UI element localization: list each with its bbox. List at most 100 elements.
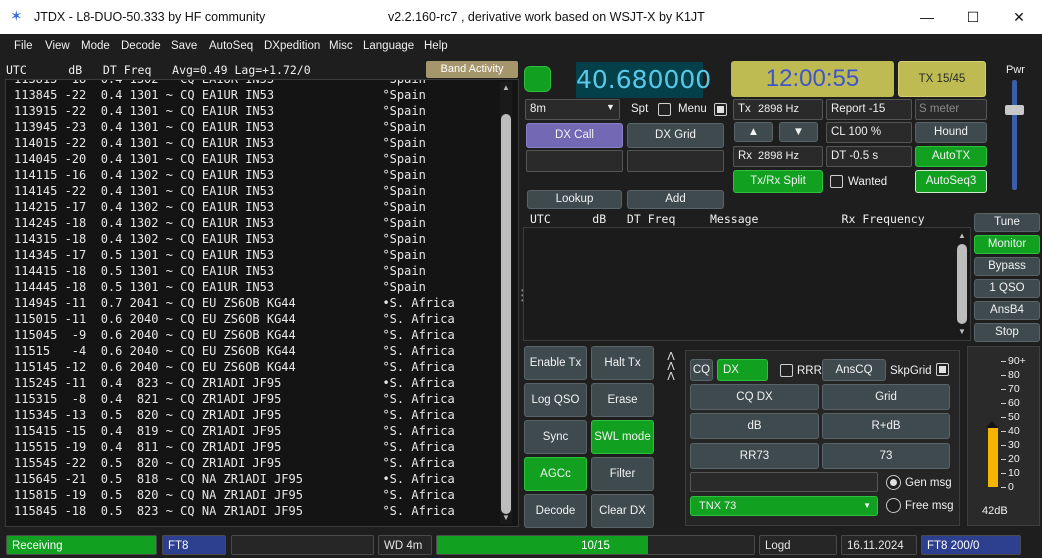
maximize-button[interactable]: ☐ — [950, 0, 996, 34]
scroll-down-icon[interactable]: ▼ — [500, 512, 512, 524]
grid-button[interactable]: Grid — [822, 384, 950, 410]
report-field[interactable]: Report -15 — [826, 99, 912, 120]
dial-frequency-display[interactable]: 40.680000 — [576, 62, 711, 98]
seventy-three-button[interactable]: 73 — [822, 443, 950, 469]
cq-dx-button[interactable]: CQ DX — [690, 384, 819, 410]
sync-button[interactable]: Sync — [524, 420, 587, 454]
dx-grid-button[interactable]: DX Grid — [627, 123, 724, 148]
autoseq3-button[interactable]: AutoSeq3 — [915, 170, 987, 193]
skpgrid-checkbox[interactable] — [936, 363, 949, 376]
band-activity-line[interactable]: 114045 -20 0.4 1301 ~ CQ EA1UR IN53 °Spa… — [14, 151, 426, 167]
power-slider-handle[interactable] — [1005, 105, 1024, 115]
band-activity-line[interactable]: 115545 -22 0.5 820 ~ CQ ZR1ADI JF95 °S. … — [14, 455, 455, 471]
band-activity-line[interactable]: 114415 -18 0.5 1301 ~ CQ EA1UR IN53 °Spa… — [14, 263, 426, 279]
menu-view[interactable]: View — [45, 40, 70, 52]
free-msg-radio[interactable] — [886, 498, 901, 513]
band-activity-line[interactable]: 114245 -18 0.4 1302 ~ CQ EA1UR IN53 °Spa… — [14, 215, 426, 231]
rr73-button[interactable]: RR73 — [690, 443, 819, 469]
band-activity-line[interactable]: 115645 -21 0.5 818 ~ CQ NA ZR1ADI JF95 •… — [14, 471, 455, 487]
menu-autoseq[interactable]: AutoSeq — [209, 40, 253, 52]
menu-mode[interactable]: Mode — [81, 40, 110, 52]
band-activity-line[interactable]: 115845 -18 0.5 823 ~ CQ NA ZR1ADI JF95 °… — [14, 503, 455, 519]
stop-button[interactable]: Stop — [974, 323, 1040, 342]
band-activity-line[interactable]: 115815 -19 0.5 820 ~ CQ NA ZR1ADI JF95 °… — [14, 487, 455, 503]
scrollbar-thumb[interactable] — [957, 244, 967, 324]
band-activity-line[interactable]: 113945 -23 0.4 1301 ~ CQ EA1UR IN53 °Spa… — [14, 119, 426, 135]
band-activity-scrollbar[interactable]: ▲ ▼ — [500, 82, 512, 524]
band-activity-line[interactable]: 115045 -9 0.6 2040 ~ CQ EU ZS6OB KG44 °S… — [14, 327, 455, 343]
ansb4-button[interactable]: AnsB4 — [974, 301, 1040, 320]
bypass-button[interactable]: Bypass — [974, 257, 1040, 276]
tune-button[interactable]: Tune — [974, 213, 1040, 232]
one-qso-button[interactable]: 1 QSO — [974, 279, 1040, 298]
swl-mode-button[interactable]: SWL mode — [591, 420, 654, 454]
tx-period-button[interactable]: TX 15/45 — [898, 61, 986, 97]
band-select[interactable]: 8m ▼ — [525, 99, 620, 120]
menu-language[interactable]: Language — [363, 40, 414, 52]
rrr-checkbox[interactable] — [780, 364, 793, 377]
band-activity-button[interactable]: Band Activity — [426, 61, 518, 78]
band-activity-line[interactable]: 115015 -11 0.6 2040 ~ CQ EU ZS6OB KG44 °… — [14, 311, 455, 327]
dx-call-input[interactable] — [526, 150, 623, 172]
r-db-button[interactable]: R+dB — [822, 413, 950, 439]
rx-frequency-scrollbar[interactable]: ▲ ▼ — [956, 230, 968, 338]
band-activity-line[interactable]: 11515 -4 0.6 2040 ~ CQ EU ZS6OB KG44 °S.… — [14, 343, 455, 359]
log-qso-button[interactable]: Log QSO — [524, 383, 587, 417]
minimize-button[interactable]: — — [904, 0, 950, 34]
monitor-button[interactable]: Monitor — [974, 235, 1040, 254]
band-activity-line[interactable]: 114015 -22 0.4 1301 ~ CQ EA1UR IN53 °Spa… — [14, 135, 426, 151]
spt-checkbox[interactable] — [658, 103, 671, 116]
freq-down-button[interactable]: ▼ — [779, 122, 818, 142]
band-activity-line[interactable]: 115145 -12 0.6 2040 ~ CQ EU ZS6OB KG44 °… — [14, 359, 455, 375]
band-activity-line[interactable]: 113845 -22 0.4 1301 ~ CQ EA1UR IN53 °Spa… — [14, 87, 426, 103]
band-activity-list[interactable]: 113815 -18 0.4 1302 ~ CQ EA1UR IN53 °Spa… — [5, 79, 519, 527]
tx-rx-split-button[interactable]: Tx/Rx Split — [733, 170, 823, 193]
dx-grid-input[interactable] — [627, 150, 724, 172]
band-activity-line[interactable]: 115415 -15 0.4 819 ~ CQ ZR1ADI JF95 °S. … — [14, 423, 455, 439]
band-activity-line[interactable]: 114345 -17 0.5 1301 ~ CQ EA1UR IN53 °Spa… — [14, 247, 426, 263]
db-button[interactable]: dB — [690, 413, 819, 439]
band-activity-line[interactable]: 113915 -22 0.4 1301 ~ CQ EA1UR IN53 °Spa… — [14, 103, 426, 119]
anscq-button[interactable]: AnsCQ — [822, 359, 886, 381]
band-activity-line[interactable]: 114315 -18 0.4 1302 ~ CQ EA1UR IN53 °Spa… — [14, 231, 426, 247]
band-activity-line[interactable]: 115345 -13 0.5 820 ~ CQ ZR1ADI JF95 °S. … — [14, 407, 455, 423]
menu-decode[interactable]: Decode — [121, 40, 161, 52]
band-activity-line[interactable]: 115315 -8 0.4 821 ~ CQ ZR1ADI JF95 °S. A… — [14, 391, 455, 407]
agcc-button[interactable]: AGCc — [524, 457, 587, 491]
gen-msg-input[interactable] — [690, 472, 878, 492]
dt-field[interactable]: DT -0.5 s — [826, 146, 912, 167]
lookup-button[interactable]: Lookup — [527, 190, 622, 209]
menu-save[interactable]: Save — [171, 40, 197, 52]
menu-checkbox[interactable] — [714, 103, 727, 116]
decode-button[interactable]: Decode — [524, 494, 587, 528]
hound-button[interactable]: Hound — [915, 122, 987, 143]
band-activity-line[interactable]: 114145 -22 0.4 1301 ~ CQ EA1UR IN53 °Spa… — [14, 183, 426, 199]
status-led-button[interactable] — [524, 66, 551, 92]
gen-msg-radio[interactable] — [886, 475, 901, 490]
power-slider-track[interactable] — [1012, 80, 1017, 190]
band-activity-line[interactable]: 114445 -18 0.5 1301 ~ CQ EA1UR IN53 °Spa… — [14, 279, 426, 295]
band-activity-line[interactable]: 113815 -18 0.4 1302 ~ CQ EA1UR IN53 °Spa… — [14, 80, 426, 87]
menu-file[interactable]: File — [14, 40, 33, 52]
menu-help[interactable]: Help — [424, 40, 448, 52]
rx-frequency-list[interactable]: ▲ ▼ — [523, 227, 971, 341]
dx-selector[interactable]: DX — [717, 359, 768, 381]
erase-button[interactable]: Erase — [591, 383, 654, 417]
dx-call-button[interactable]: DX Call — [526, 123, 623, 148]
scroll-down-icon[interactable]: ▼ — [956, 326, 968, 338]
halt-tx-button[interactable]: Halt Tx — [591, 346, 654, 380]
auto-tx-button[interactable]: AutoTX — [915, 146, 987, 167]
scroll-up-icon[interactable]: ▲ — [500, 82, 512, 94]
menu-dxpedition[interactable]: DXpedition — [264, 40, 320, 52]
clear-dx-button[interactable]: Clear DX — [591, 494, 654, 528]
band-activity-line[interactable]: 115245 -11 0.4 823 ~ CQ ZR1ADI JF95 •S. … — [14, 375, 455, 391]
wanted-checkbox[interactable] — [830, 175, 843, 188]
tx-frequency-field[interactable]: Tx 2898 Hz — [733, 99, 823, 120]
band-activity-line[interactable]: 114215 -17 0.4 1302 ~ CQ EA1UR IN53 °Spa… — [14, 199, 426, 215]
scroll-up-icon[interactable]: ▲ — [956, 230, 968, 242]
tx-arrows-icon[interactable]: ᐱᐱᐱ — [661, 352, 681, 383]
close-button[interactable]: ✕ — [996, 0, 1042, 34]
scrollbar-thumb[interactable] — [501, 114, 511, 514]
cq-button[interactable]: CQ — [690, 359, 713, 381]
band-activity-line[interactable]: 115515 -19 0.4 811 ~ CQ ZR1ADI JF95 °S. … — [14, 439, 455, 455]
